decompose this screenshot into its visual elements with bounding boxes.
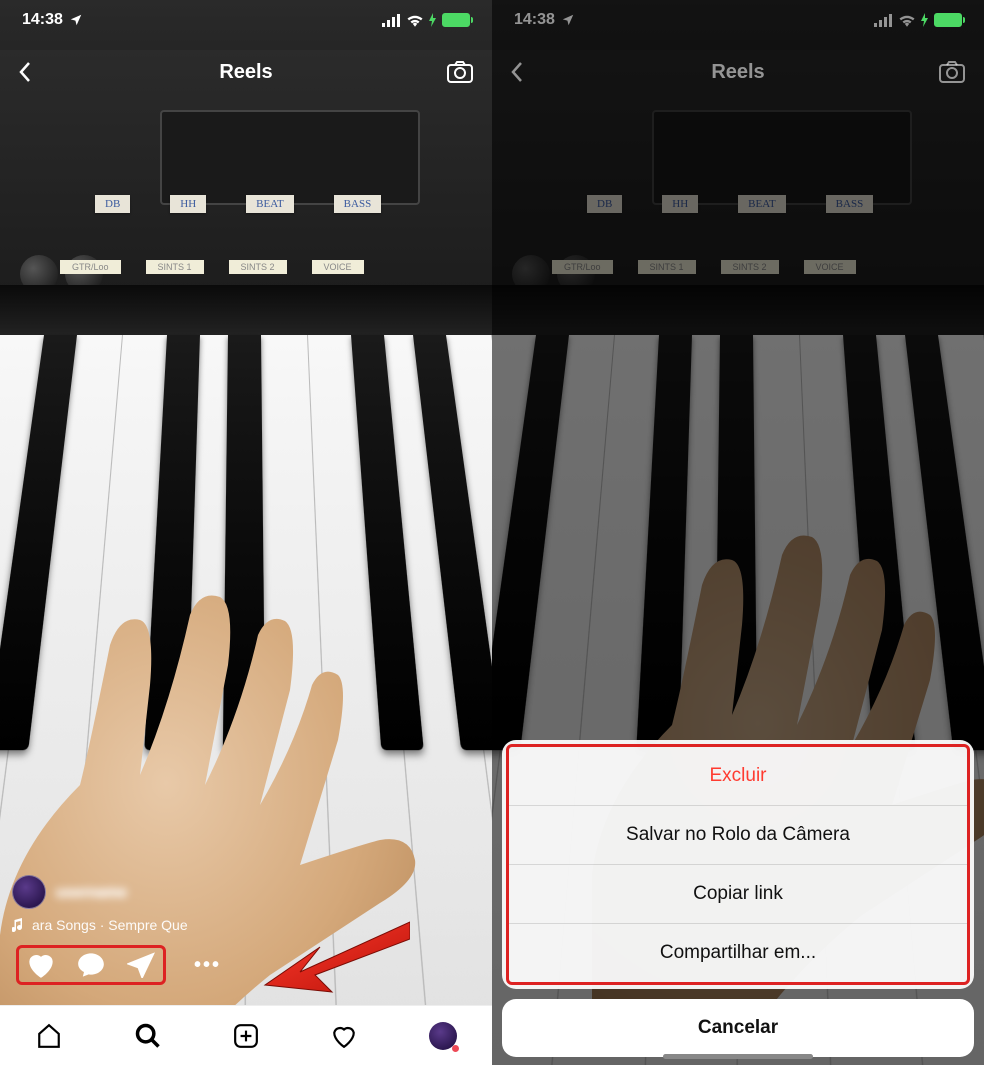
location-arrow-icon [69,13,83,27]
battery-icon [442,13,470,27]
annotation-arrow-icon [260,917,410,997]
action-sheet: Excluir Salvar no Rolo da Câmera Copiar … [502,740,974,1057]
more-options-button[interactable]: ••• [194,954,221,977]
annotation-highlight-box [16,945,166,985]
music-note-icon [12,918,24,932]
status-bar: 14:38 [0,0,492,40]
tab-home[interactable] [34,1021,64,1051]
phone-screenshot-left: DB HH BEAT BASS GTR/Loo SINTS 1 SINTS 2 … [0,0,492,1065]
charging-icon [920,13,930,27]
back-icon[interactable] [18,61,32,83]
share-icon[interactable] [127,952,155,978]
header-title: Reels [711,61,764,84]
tape-label: SINTS 1 [146,260,204,274]
sheet-item-copy-link[interactable]: Copiar link [509,864,967,923]
signal-icon [382,13,402,27]
author-username[interactable]: username [56,884,127,901]
tape-label: SINTS 2 [229,260,287,274]
sheet-cancel-button[interactable]: Cancelar [502,999,974,1057]
profile-avatar-icon [429,1022,457,1050]
charging-icon [428,13,438,27]
tab-search[interactable] [133,1021,163,1051]
heart-outline-icon [331,1024,357,1048]
camera-icon[interactable] [938,60,966,84]
reels-header: Reels [0,48,492,96]
header-title: Reels [219,61,272,84]
tab-activity[interactable] [329,1021,359,1051]
tape-label: BASS [334,195,382,213]
tab-profile[interactable] [428,1021,458,1051]
home-icon [36,1023,62,1049]
wifi-icon [898,13,916,27]
like-icon[interactable] [27,952,55,978]
wifi-icon [406,13,424,27]
author-avatar[interactable] [12,875,46,909]
search-icon [134,1022,162,1050]
tape-label: VOICE [312,260,364,274]
plus-square-icon [233,1023,259,1049]
comment-icon[interactable] [77,952,105,978]
reel-footer: username ara Songs · Sempre Que ••• [0,875,492,995]
phone-screenshot-right: DB HH BEAT BASS GTR/Loo SINTS 1 SINTS 2 … [492,0,984,1065]
sheet-item-save[interactable]: Salvar no Rolo da Câmera [509,805,967,864]
tape-label: HH [170,195,206,213]
back-icon[interactable] [510,61,524,83]
reels-header: Reels [492,48,984,96]
battery-icon [934,13,962,27]
bottom-tab-bar [0,1005,492,1065]
tape-label: GTR/Loo [60,260,121,274]
annotation-highlight-box: Excluir Salvar no Rolo da Câmera Copiar … [506,744,970,985]
status-bar: 14:38 [492,0,984,40]
signal-icon [874,13,894,27]
tab-add-post[interactable] [231,1021,261,1051]
home-indicator[interactable] [663,1054,813,1059]
tape-label: DB [95,195,130,213]
location-arrow-icon [561,13,575,27]
status-time: 14:38 [514,11,555,29]
sheet-item-delete[interactable]: Excluir [509,747,967,805]
sheet-item-share[interactable]: Compartilhar em... [509,923,967,982]
tape-label: BEAT [246,195,294,213]
music-text: ara Songs · Sempre Que [32,917,188,933]
status-time: 14:38 [22,11,63,29]
camera-icon[interactable] [446,60,474,84]
